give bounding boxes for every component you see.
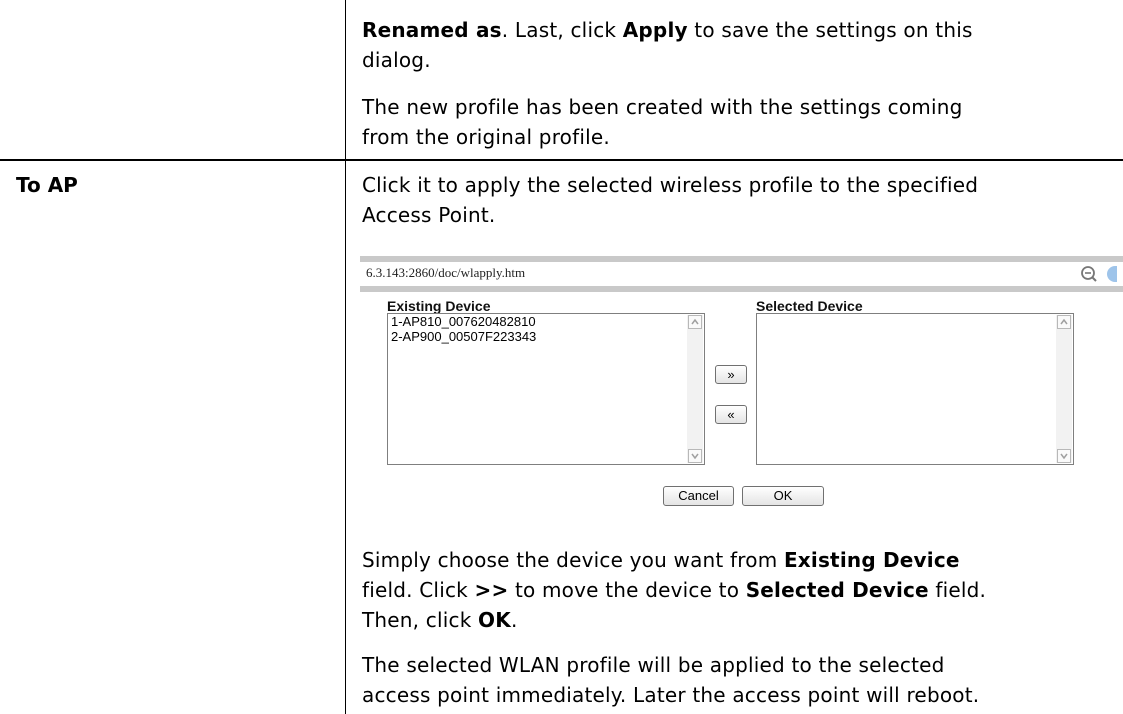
scroll-up-icon[interactable]	[1057, 315, 1071, 329]
list-item[interactable]: 1-AP810_007620482810	[388, 314, 704, 329]
scroll-down-icon[interactable]	[688, 449, 702, 463]
selected-device-label: Selected Device	[756, 298, 863, 314]
zoom-out-icon[interactable]	[1079, 264, 1099, 284]
description-paragraph: Simply choose the device you want from E…	[362, 548, 987, 632]
scroll-down-icon[interactable]	[1057, 449, 1071, 463]
move-right-button[interactable]: »	[715, 365, 747, 384]
description-paragraph: The new profile has been created with th…	[362, 95, 963, 149]
scrollbar[interactable]	[1056, 315, 1072, 463]
address-bar: 6.3.143:2860/doc/wlapply.htm	[360, 256, 1123, 292]
description-paragraph: The selected WLAN profile will be applie…	[362, 653, 980, 707]
description-paragraph: Renamed as. Last, click Apply to save th…	[362, 18, 973, 72]
table-column-divider	[345, 0, 346, 714]
term-label: To AP	[16, 173, 78, 197]
cancel-button[interactable]: Cancel	[663, 486, 734, 506]
table-row-divider	[0, 159, 1123, 161]
browser-edge-icon	[1107, 266, 1117, 282]
move-left-button[interactable]: «	[715, 405, 747, 424]
scrollbar[interactable]	[687, 315, 703, 463]
scroll-up-icon[interactable]	[688, 315, 702, 329]
selected-device-list[interactable]	[756, 313, 1074, 465]
existing-device-list[interactable]: 1-AP810_007620482810 2-AP900_00507F22334…	[387, 313, 705, 465]
list-item[interactable]: 2-AP900_00507F223343	[388, 329, 704, 344]
existing-device-label: Existing Device	[387, 298, 491, 314]
apply-dialog-screenshot: 6.3.143:2860/doc/wlapply.htm Existing De…	[360, 256, 1123, 506]
description-paragraph: Click it to apply the selected wireless …	[362, 173, 979, 227]
ok-button[interactable]: OK	[742, 486, 824, 506]
url-text: 6.3.143:2860/doc/wlapply.htm	[366, 265, 526, 280]
